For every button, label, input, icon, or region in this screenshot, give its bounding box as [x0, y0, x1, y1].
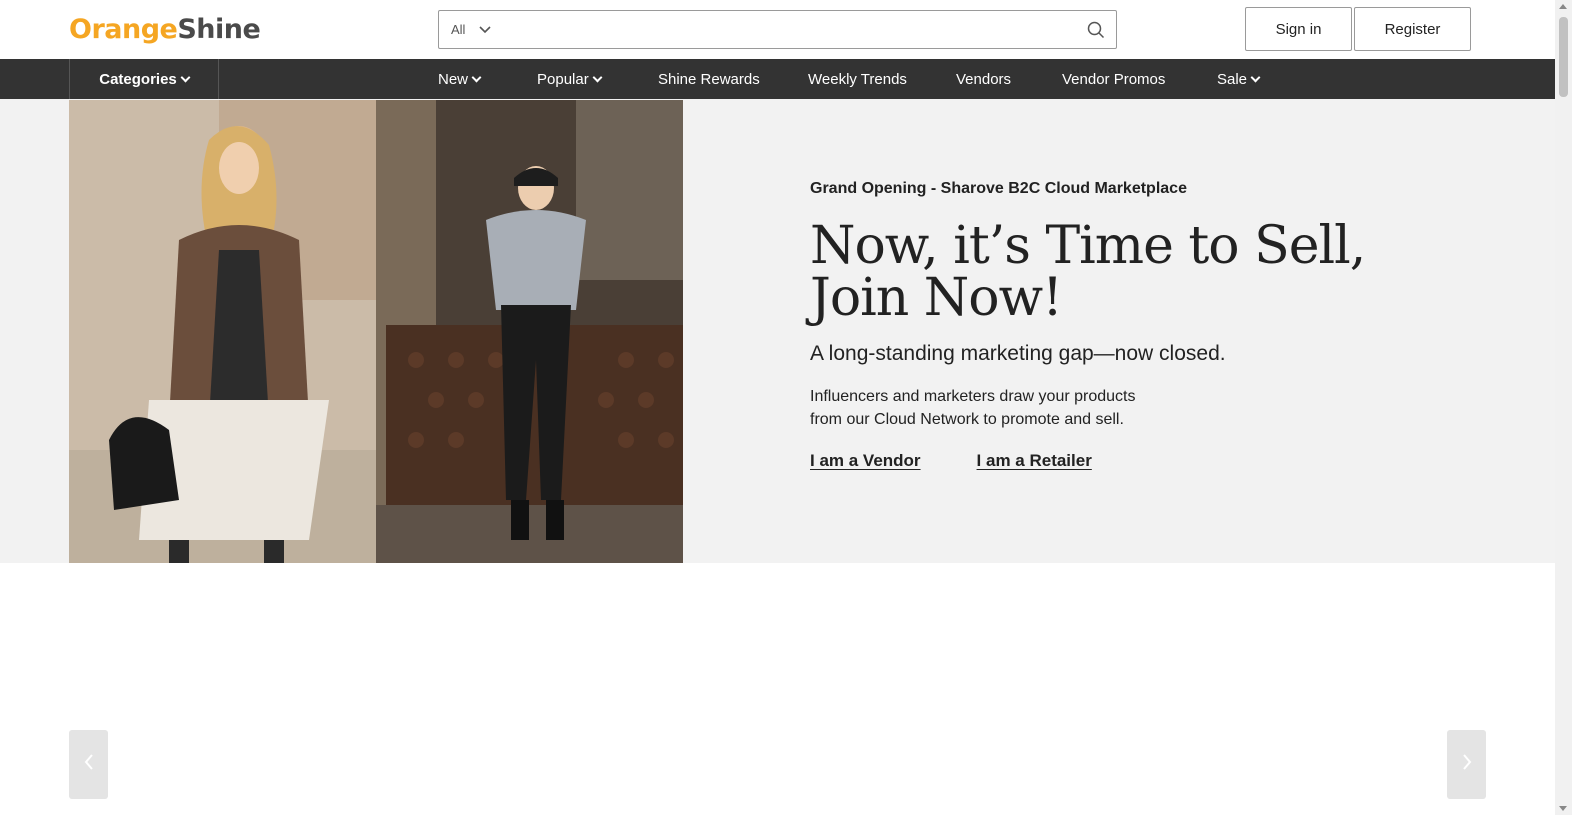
nav-item-label: New [438, 70, 469, 88]
chevron-down-icon [479, 22, 492, 37]
chevron-left-icon [84, 754, 94, 775]
nav-item-label: Vendor Promos [1062, 70, 1166, 88]
orangeshine-logo[interactable]: OrangeShine [69, 14, 261, 45]
hero-subhead: A long-standing marketing gap—now closed… [810, 342, 1226, 365]
hero-headline-line2: Join Now! [810, 268, 1063, 328]
logo-part-shine: Shine [177, 14, 261, 45]
chevron-right-icon [1462, 754, 1472, 775]
categories-menu[interactable]: Categories [69, 59, 219, 99]
scroll-down-arrow-icon[interactable] [1559, 806, 1567, 811]
carousel-prev-button[interactable] [69, 730, 108, 799]
nav-item-vendor-promos[interactable]: Vendor Promos [1062, 59, 1165, 99]
main-nav: Categories New Popular Shine Rewards Wee… [0, 59, 1555, 99]
page-scrollbar[interactable] [1555, 0, 1572, 815]
nav-item-weekly-trends[interactable]: Weekly Trends [808, 59, 907, 99]
search-input[interactable] [499, 11, 1076, 48]
hero-description-line2: from our Cloud Network to promote and se… [810, 411, 1124, 428]
sign-in-button[interactable]: Sign in [1245, 7, 1352, 51]
hero-description: Influencers and marketers draw your prod… [810, 385, 1170, 431]
search-bar: All [438, 10, 1117, 49]
categories-label: Categories [99, 70, 177, 88]
logo-part-orange: Orange [69, 14, 178, 45]
hero-text-block: Grand Opening - Sharove B2C Cloud Market… [810, 180, 1370, 471]
search-category-select[interactable]: All [439, 11, 499, 48]
nav-item-label: Weekly Trends [808, 70, 907, 88]
nav-item-label: Shine Rewards [658, 70, 760, 88]
hero-eyebrow: Grand Opening - Sharove B2C Cloud Market… [810, 180, 1187, 197]
retailer-link[interactable]: I am a Retailer [977, 451, 1092, 471]
nav-item-sale[interactable]: Sale [1217, 59, 1261, 99]
hero-headline: Now, it’s Time to Sell, Join Now! [810, 220, 1370, 324]
hero-links: I am a Vendor I am a Retailer [810, 451, 1370, 471]
chevron-down-icon [1250, 72, 1261, 82]
search-category-value: All [451, 22, 466, 37]
site-header: OrangeShine All Sign in Register [0, 0, 1578, 59]
scroll-up-arrow-icon[interactable] [1559, 4, 1567, 9]
nav-item-vendors[interactable]: Vendors [956, 59, 1011, 99]
hero-photo-woman-leather-pants [376, 100, 683, 563]
nav-item-shine-rewards[interactable]: Shine Rewards [658, 59, 760, 99]
nav-item-label: Vendors [956, 70, 1012, 88]
hero-description-line1: Influencers and marketers draw your prod… [810, 388, 1136, 405]
nav-item-popular[interactable]: Popular [537, 59, 603, 99]
chevron-down-icon [180, 72, 191, 82]
chevron-down-icon [592, 72, 603, 82]
nav-item-label: Popular [537, 70, 589, 88]
hero-banner: Grand Opening - Sharove B2C Cloud Market… [0, 99, 1555, 563]
nav-item-label: Sale [1217, 70, 1248, 88]
vendor-link[interactable]: I am a Vendor [810, 451, 921, 471]
search-icon[interactable] [1076, 11, 1116, 48]
scrollbar-thumb[interactable] [1559, 17, 1568, 97]
register-button[interactable]: Register [1354, 7, 1471, 51]
chevron-down-icon [471, 72, 482, 82]
carousel-next-button[interactable] [1447, 730, 1486, 799]
hero-headline-line1: Now, it’s Time to Sell, [810, 216, 1366, 276]
hero-photo-woman-plaid-blazer [69, 100, 376, 563]
nav-item-new[interactable]: New [438, 59, 482, 99]
